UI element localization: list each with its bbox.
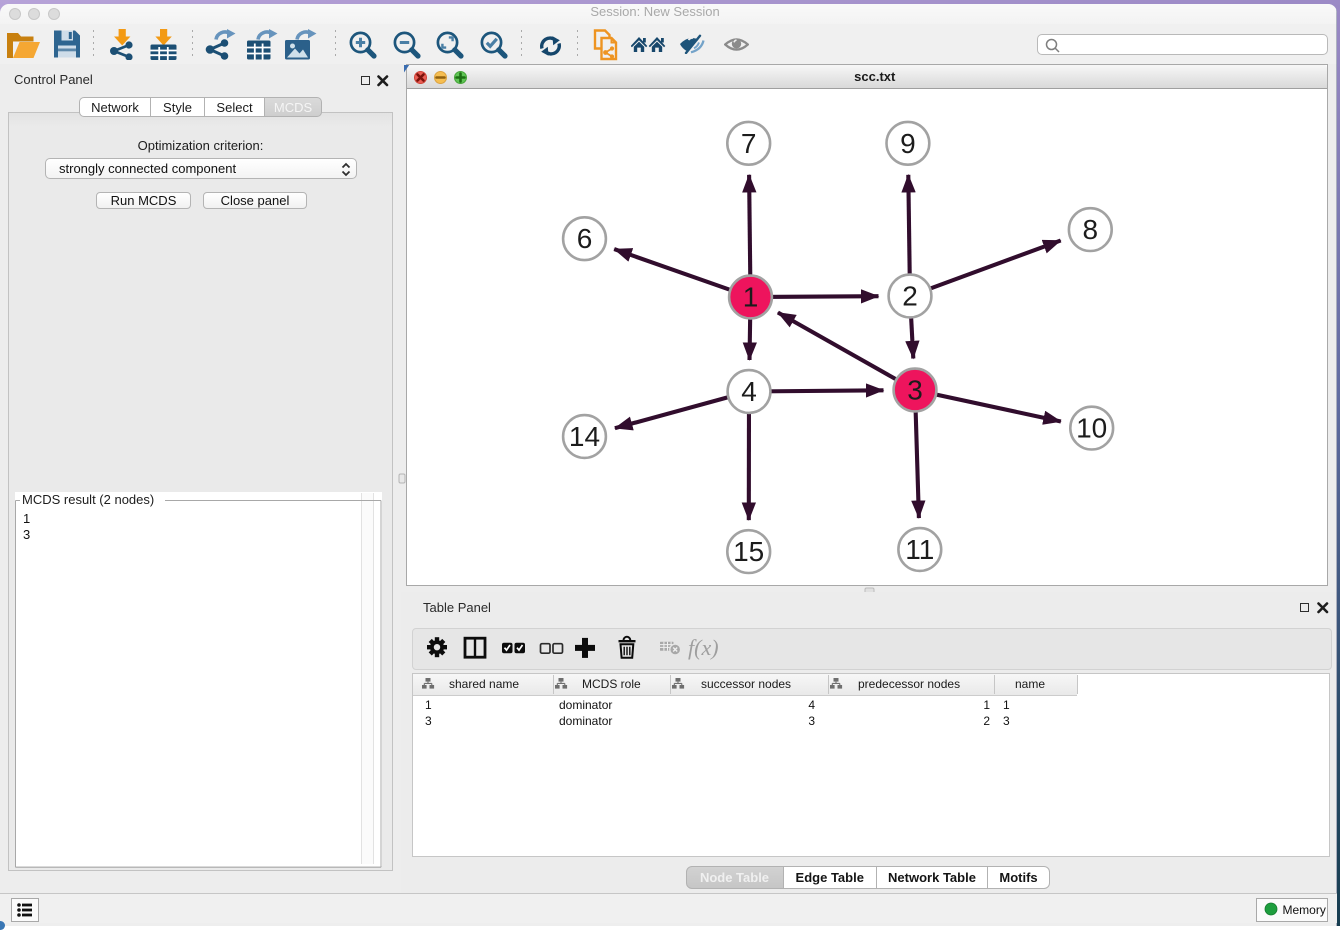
svg-text:2: 2 xyxy=(902,281,918,312)
svg-text:11: 11 xyxy=(905,534,934,565)
svg-text:6: 6 xyxy=(577,223,593,254)
svg-text:7: 7 xyxy=(741,128,757,159)
svg-text:f(x): f(x) xyxy=(688,635,719,660)
svg-text:9: 9 xyxy=(900,128,916,159)
svg-text:8: 8 xyxy=(1083,214,1099,245)
svg-text:14: 14 xyxy=(569,421,600,452)
svg-text:4: 4 xyxy=(741,376,757,407)
svg-text:1: 1 xyxy=(743,282,759,313)
svg-text:15: 15 xyxy=(733,536,764,567)
svg-text:10: 10 xyxy=(1076,413,1107,444)
svg-text:3: 3 xyxy=(907,375,923,406)
